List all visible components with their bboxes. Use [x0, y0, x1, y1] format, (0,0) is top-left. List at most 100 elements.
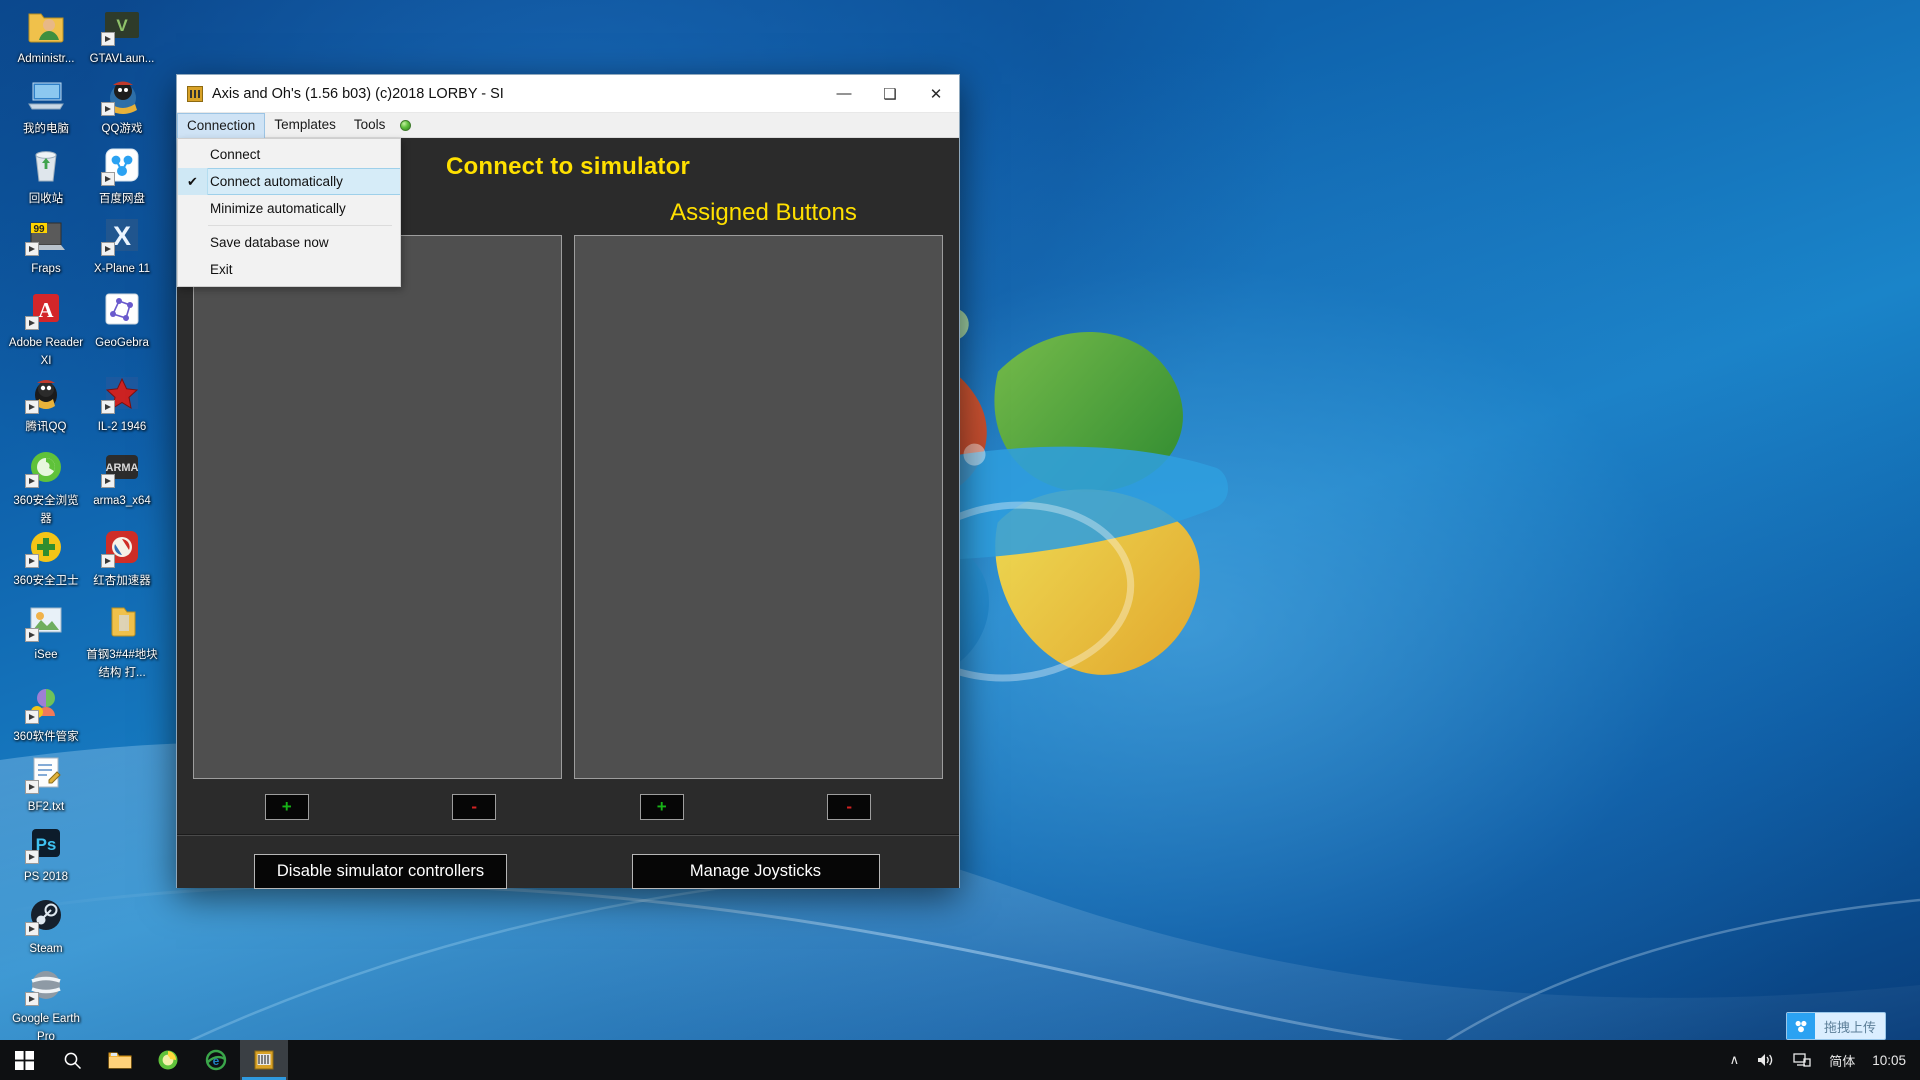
desktop-icon-hongxing-accelerator[interactable]: 红杏加速器	[84, 526, 160, 589]
desktop-icon-geogebra[interactable]: GeoGebra	[84, 288, 160, 351]
baidu-netdisk-tooltip[interactable]: 拖拽上传	[1785, 1012, 1886, 1040]
shortcut-overlay-icon	[25, 316, 39, 330]
desktop-icon-administrator[interactable]: Administr...	[8, 4, 84, 67]
icon-label: GTAVLaun...	[89, 53, 155, 65]
desktop-icon-recycle-bin[interactable]: 回收站	[8, 144, 84, 207]
qq-games-icon	[101, 74, 143, 116]
shortcut-overlay-icon	[25, 242, 39, 256]
shortcut-overlay-icon	[25, 922, 39, 936]
menu-connection[interactable]: Connection	[177, 112, 266, 138]
assigned-buttons-list[interactable]	[574, 235, 943, 779]
shortcut-overlay-icon	[101, 172, 115, 186]
taskbar-axis-and-ohs-icon[interactable]	[240, 1040, 288, 1080]
desktop-icon-google-earth-pro[interactable]: Google Earth Pro	[8, 964, 84, 1045]
list-panels	[177, 227, 959, 779]
desktop-icon-my-computer[interactable]: 我的电脑	[8, 74, 84, 137]
taskbar-file-explorer-icon[interactable]	[96, 1040, 144, 1080]
desktop-icon-isee[interactable]: iSee	[8, 600, 84, 663]
desktop-icon-360-software-manager[interactable]: 360软件管家	[8, 682, 84, 745]
icon-label: arma3_x64	[93, 495, 151, 507]
folder-icon	[101, 600, 143, 642]
shortcut-overlay-icon	[25, 710, 39, 724]
menu-item-connect-automatically[interactable]: ✔ Connect automatically	[178, 168, 400, 195]
menu-item-connect[interactable]: Connect	[178, 141, 400, 168]
icon-label: Fraps	[31, 263, 61, 275]
icon-label: 首钢3#4#地块 结构 打...	[86, 649, 158, 679]
desktop-icon-tencent-qq[interactable]: 腾讯QQ	[8, 372, 84, 435]
menu-item-save-database-now[interactable]: Save database now	[178, 229, 400, 256]
svg-text:99: 99	[33, 224, 45, 235]
360-software-manager-icon	[25, 682, 67, 724]
axis-list[interactable]	[193, 235, 562, 779]
icon-label: 红杏加速器	[93, 575, 151, 587]
icon-label: 百度网盘	[99, 193, 145, 205]
desktop: Administr... V GTAVLaun... 我的电脑 QQ游戏 回收站…	[0, 0, 1920, 1080]
il2-icon	[101, 372, 143, 414]
hongxing-accelerator-icon	[101, 526, 143, 568]
buttons-add-button[interactable]: +	[639, 793, 684, 820]
tray-network-icon[interactable]	[1784, 1040, 1820, 1080]
axis-add-button[interactable]: +	[264, 793, 309, 820]
google-earth-icon	[25, 964, 67, 1006]
icon-label: 360安全浏览器	[13, 495, 79, 525]
buttons-remove-button[interactable]: -	[827, 793, 872, 820]
disable-simulator-controllers-button[interactable]: Disable simulator controllers	[253, 854, 508, 889]
desktop-icon-bf2-txt[interactable]: BF2.txt	[8, 752, 84, 815]
menu-separator	[208, 225, 392, 226]
icon-label: 腾讯QQ	[25, 421, 67, 433]
steam-icon	[25, 894, 67, 936]
photoshop-icon: Ps	[25, 822, 67, 864]
svg-text:V: V	[116, 16, 128, 35]
axis-and-ohs-window: Axis and Oh's (1.56 b03) (c)2018 LORBY -…	[176, 74, 960, 889]
shortcut-overlay-icon	[101, 474, 115, 488]
menu-item-minimize-automatically[interactable]: Minimize automatically	[178, 195, 400, 222]
menu-item-exit[interactable]: Exit	[178, 256, 400, 283]
text-document-icon	[25, 752, 67, 794]
menu-item-label: Exit	[210, 262, 233, 277]
connection-status-led	[400, 119, 412, 131]
taskbar-clock[interactable]: 10:05	[1864, 1053, 1920, 1068]
desktop-icon-arma3-x64[interactable]: ARMA arma3_x64	[84, 446, 160, 509]
shortcut-overlay-icon	[25, 474, 39, 488]
desktop-icon-steam[interactable]: Steam	[8, 894, 84, 957]
check-slot	[178, 195, 208, 222]
menu-tools[interactable]: Tools	[345, 113, 395, 138]
desktop-icon-baidu-netdisk[interactable]: 百度网盘	[84, 144, 160, 207]
window-title: Axis and Oh's (1.56 b03) (c)2018 LORBY -…	[212, 85, 504, 102]
baidu-netdisk-icon	[1786, 1013, 1815, 1039]
tray-overflow-icon[interactable]: ∧	[1721, 1040, 1749, 1080]
desktop-icon-il2-1946[interactable]: IL-2 1946	[84, 372, 160, 435]
svg-text:ARMA: ARMA	[106, 462, 139, 474]
xplane-icon: X	[101, 214, 143, 256]
taskbar-search-icon[interactable]	[48, 1040, 96, 1080]
desktop-icon-fraps[interactable]: 99 Fraps	[8, 214, 84, 277]
shortcut-overlay-icon	[25, 554, 39, 568]
arma3-icon: ARMA	[101, 446, 143, 488]
icon-label: QQ游戏	[101, 123, 143, 135]
shortcut-overlay-icon	[101, 102, 115, 116]
start-button[interactable]	[0, 1040, 48, 1080]
desktop-icon-xplane-11[interactable]: X X-Plane 11	[84, 214, 160, 277]
icon-label: IL-2 1946	[97, 421, 147, 433]
desktop-icon-shougang-folder[interactable]: 首钢3#4#地块 结构 打...	[84, 600, 160, 681]
desktop-icon-360-browser[interactable]: 360安全浏览器	[8, 446, 84, 527]
window-titlebar[interactable]: Axis and Oh's (1.56 b03) (c)2018 LORBY -…	[177, 75, 959, 113]
menu-item-label: Save database now	[210, 235, 329, 250]
desktop-icon-360-safeguard[interactable]: 360安全卫士	[8, 526, 84, 589]
taskbar-360-browser-icon[interactable]	[144, 1040, 192, 1080]
axis-remove-button[interactable]: -	[452, 793, 497, 820]
360-browser-icon	[25, 446, 67, 488]
manage-joysticks-button[interactable]: Manage Joysticks	[631, 854, 880, 889]
menu-templates[interactable]: Templates	[265, 113, 345, 138]
maximize-button[interactable]: ❑	[867, 75, 913, 112]
tray-volume-icon[interactable]	[1748, 1040, 1784, 1080]
tray-ime-indicator[interactable]: 简体	[1820, 1040, 1864, 1080]
icon-label: GeoGebra	[95, 337, 149, 349]
desktop-icon-gtav-launcher[interactable]: V GTAVLaun...	[84, 4, 160, 67]
desktop-icon-qq-games[interactable]: QQ游戏	[84, 74, 160, 137]
minimize-button[interactable]: —	[821, 75, 867, 112]
taskbar-internet-explorer-icon[interactable]: e	[192, 1040, 240, 1080]
desktop-icon-adobe-reader-xi[interactable]: A Adobe Reader XI	[8, 288, 84, 369]
close-button[interactable]: ✕	[913, 75, 959, 112]
desktop-icon-ps-2018[interactable]: Ps PS 2018	[8, 822, 84, 885]
